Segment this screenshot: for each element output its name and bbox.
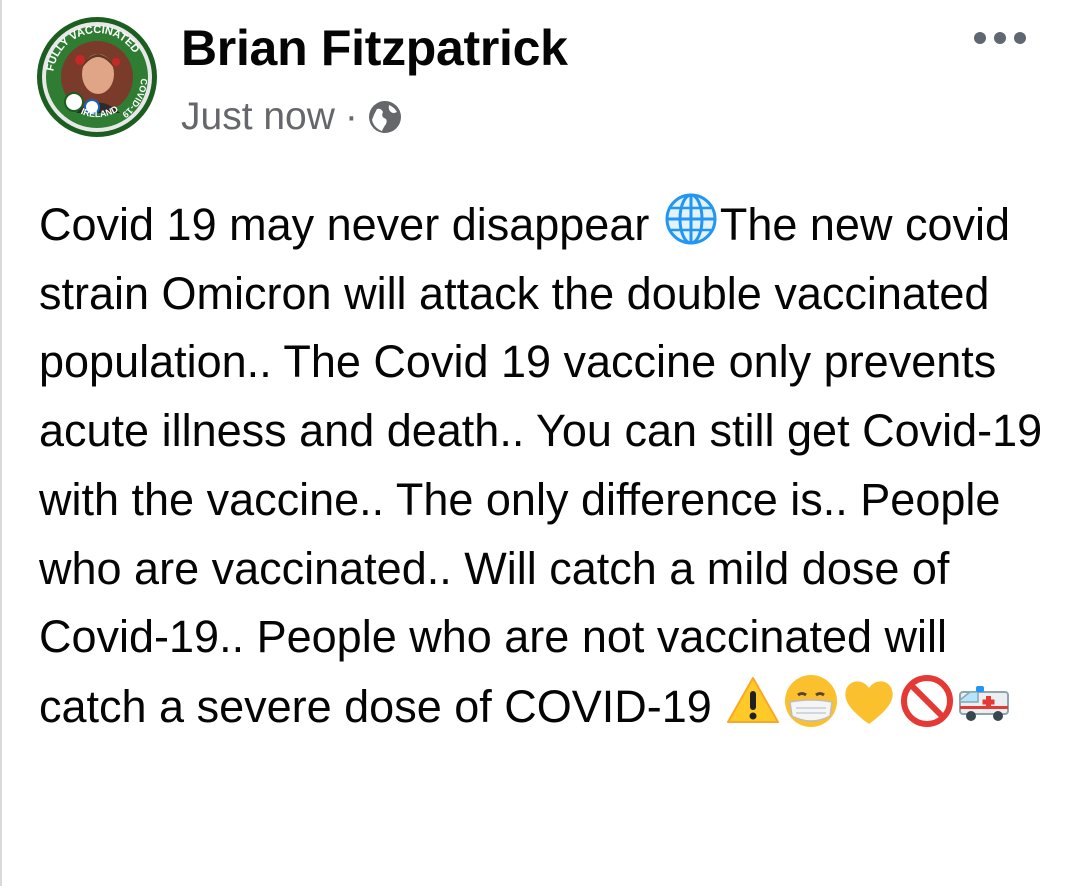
yellow-heart-emoji xyxy=(840,672,898,730)
card-border xyxy=(0,0,2,886)
post-timestamp[interactable]: Just now xyxy=(181,95,335,139)
globe-icon[interactable] xyxy=(368,100,402,134)
post-text-part2: The new covid strain Omicron will attack… xyxy=(39,199,1055,732)
prohibited-emoji xyxy=(898,672,956,730)
author-name[interactable]: Brian Fitzpatrick xyxy=(181,18,568,78)
post-text-part1: Covid 19 may never disappear xyxy=(39,199,662,250)
author-avatar[interactable]: FULLY VACCINATED COVID-19 IRELAND xyxy=(36,16,158,138)
post-body: Covid 19 may never disappear The new cov… xyxy=(39,190,1054,742)
facebook-post: FULLY VACCINATED COVID-19 IRELAND Brian … xyxy=(0,0,1080,886)
globe-with-meridians-emoji xyxy=(662,190,720,248)
more-dot xyxy=(994,32,1006,44)
post-meta: Just now · xyxy=(181,92,402,142)
warning-emoji xyxy=(724,672,782,730)
more-options-icon[interactable] xyxy=(974,26,1026,50)
meta-separator: · xyxy=(344,95,358,138)
face-with-medical-mask-emoji xyxy=(782,672,840,730)
more-dot xyxy=(974,32,986,44)
more-dot xyxy=(1014,32,1026,44)
ambulance-emoji xyxy=(956,672,1014,730)
